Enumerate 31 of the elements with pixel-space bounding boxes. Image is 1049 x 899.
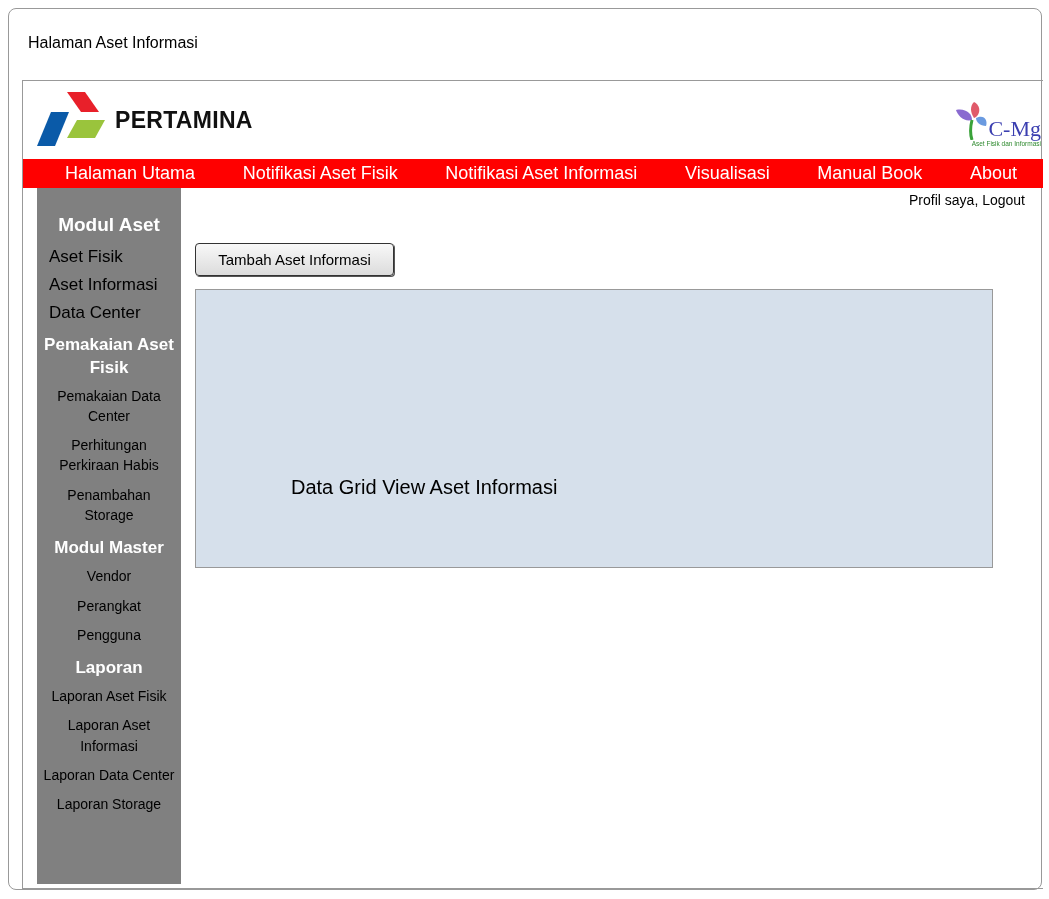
menu-item[interactable]: Aset Informasi [37,271,181,300]
menu-item[interactable]: Perangkat [37,592,181,622]
menu-item[interactable]: Data Center [37,299,181,328]
menu-heading: Modul Master [53,537,165,560]
nav-link[interactable]: Manual Book [817,163,923,184]
menu-heading: Pemakaian Aset Fisik [43,333,175,379]
brand-name: PERTAMINA [115,106,253,134]
app-logo-text: C-Mg [988,117,1041,140]
menu-heading: Modul Aset [57,213,161,237]
pertamina-logo-icon [37,92,105,148]
menu-item[interactable]: Pengguna [37,621,181,652]
nav-link[interactable]: Visualisasi [684,163,770,184]
menu-item[interactable]: Penambahan Storage [37,481,181,532]
leaf-logo-icon [956,99,989,140]
menu-item[interactable]: Aset Fisik [37,243,181,272]
menu-item[interactable]: Laporan Aset Informasi [37,712,181,762]
add-asset-button[interactable]: Tambah Aset Informasi [195,243,394,276]
menu-item[interactable]: Laporan Aset Fisik [37,683,181,713]
nav-link[interactable]: About [969,163,1017,184]
nav-link[interactable]: Halaman Utama [65,163,196,184]
menu-heading: Laporan [74,657,144,680]
menu-item[interactable]: Pemakaian Data Center [37,382,181,433]
menu-item[interactable]: Laporan Data Center [37,761,181,792]
menu-item[interactable]: Laporan Storage [37,791,181,821]
menu-item[interactable]: Perhitungan Perkiraan Habis [37,432,181,482]
nav-link[interactable]: Notifikasi Aset Informasi [445,163,638,184]
page-title: Halaman Aset Informasi [28,34,199,53]
grid-label: Data Grid View Aset Informasi [291,476,558,499]
profile-logout-links[interactable]: Profil saya, Logout [909,192,1025,208]
menu-item[interactable]: Vendor [37,563,181,593]
nav-link[interactable]: Notifikasi Aset Fisik [242,163,398,184]
